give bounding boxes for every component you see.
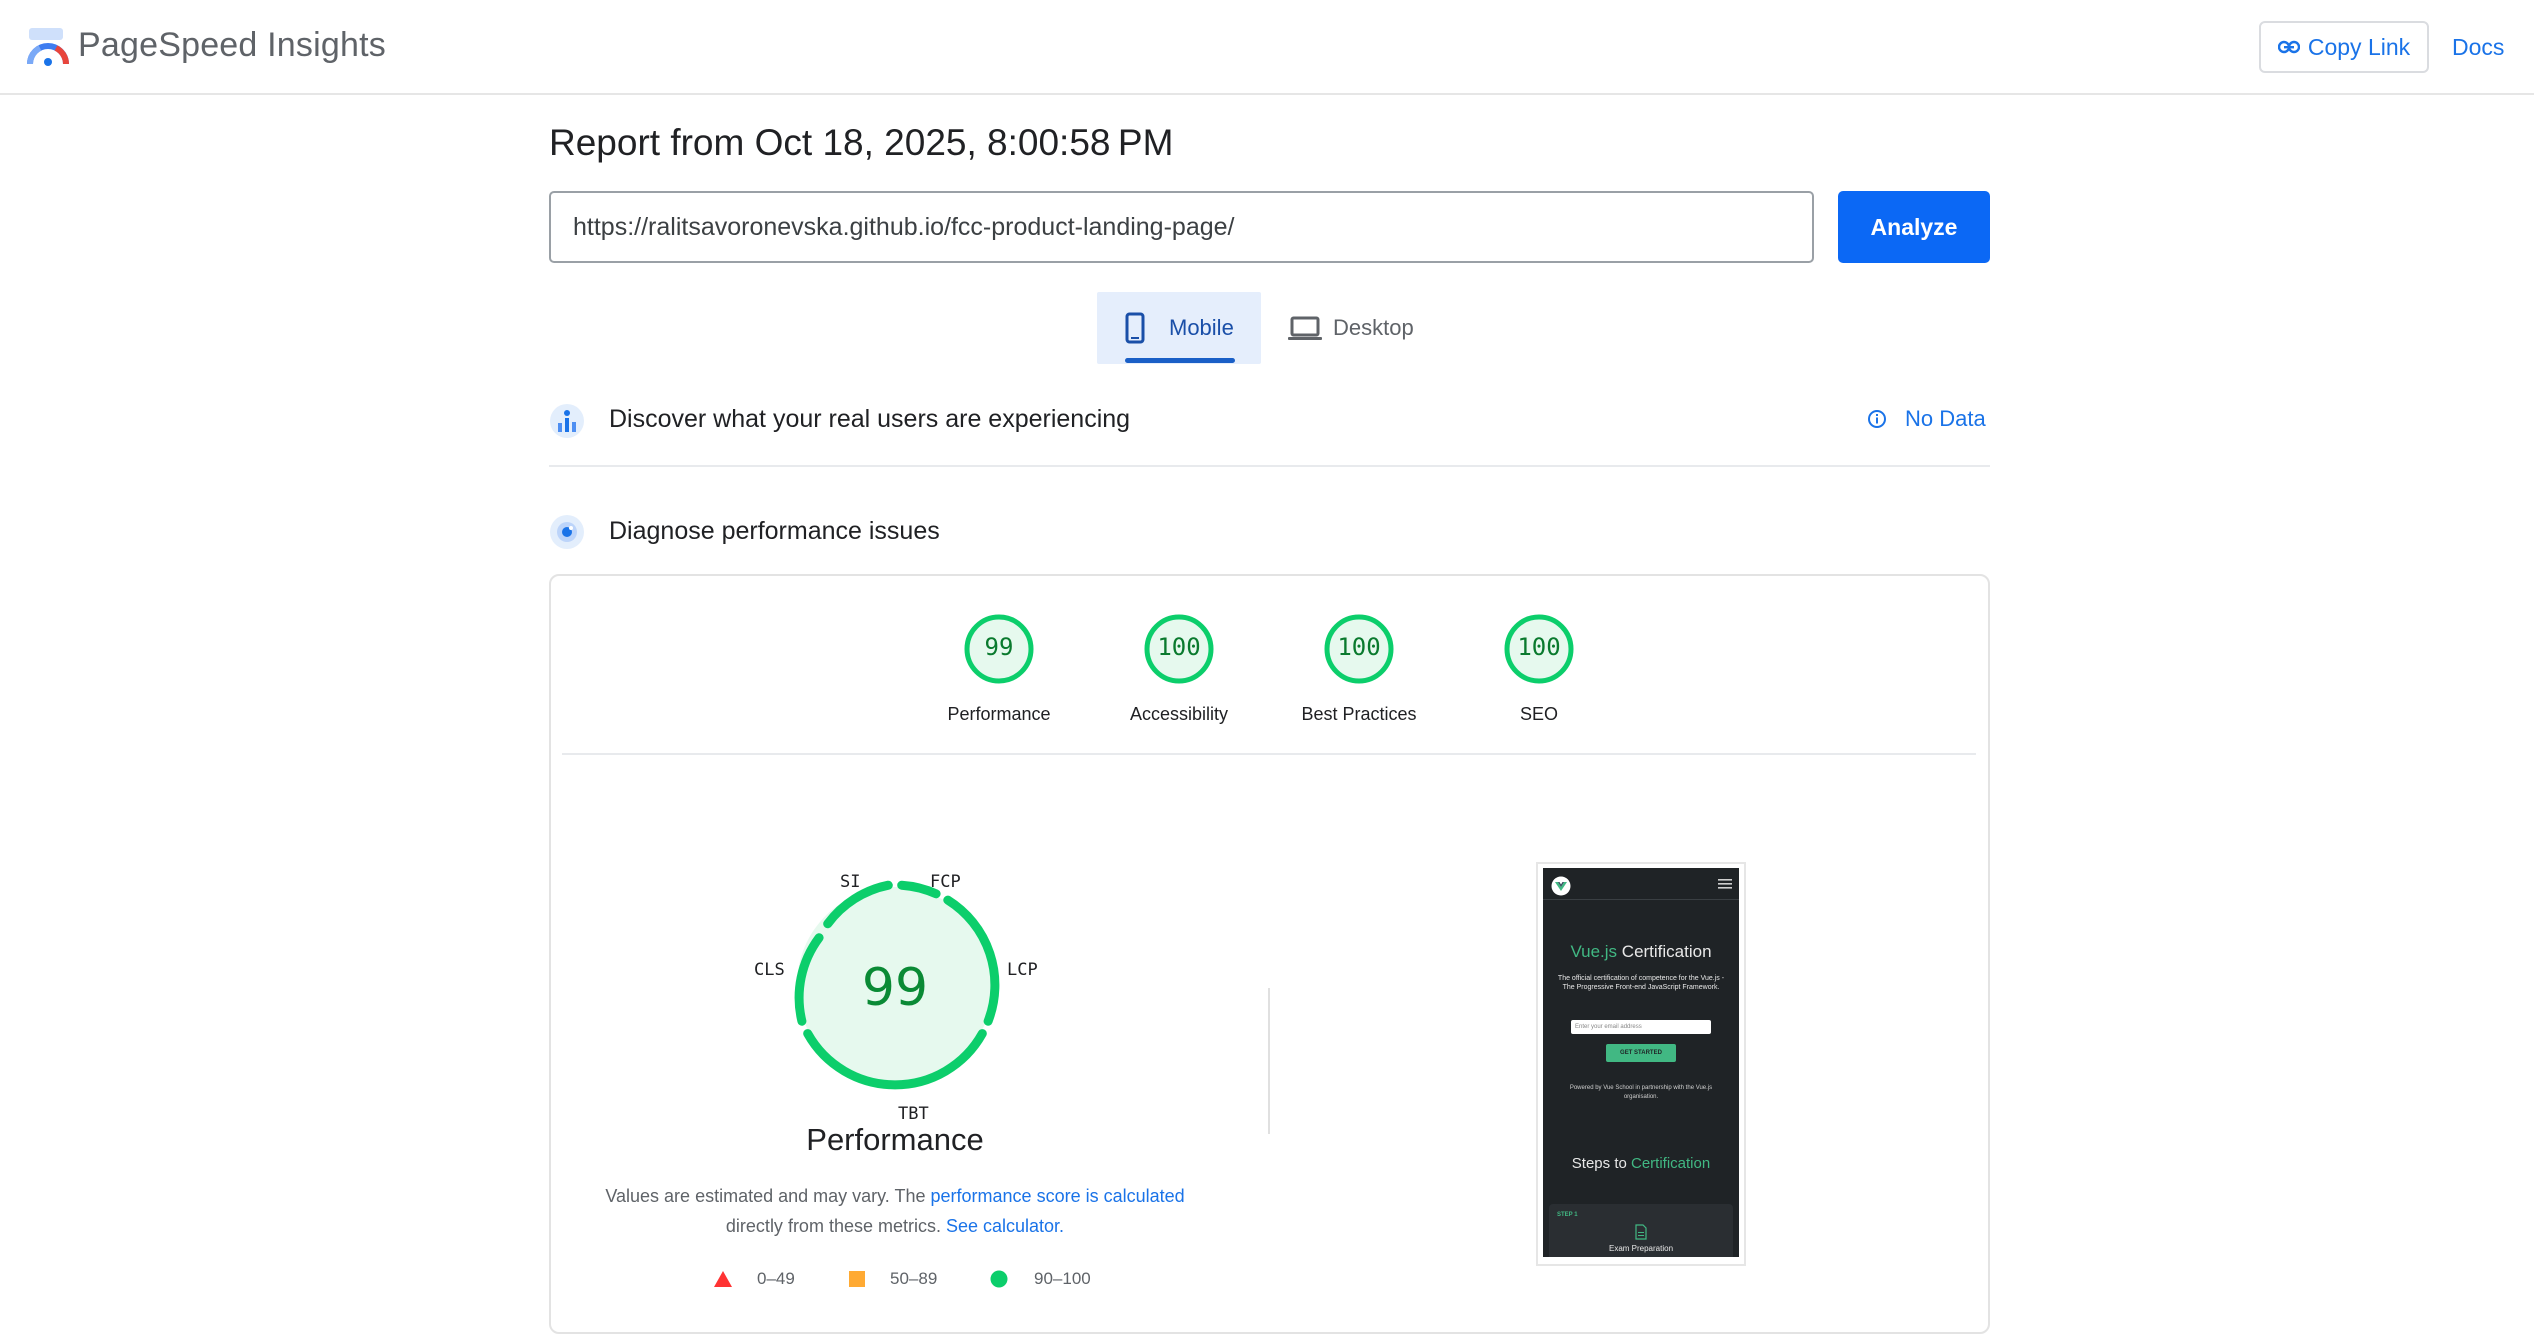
thumb-step-title: Exam Preparation [1608,1244,1674,1253]
score-label: Best Practices [1301,704,1417,724]
panel-divider [562,753,1976,755]
note-text-2: directly from these metrics. [725,1216,946,1236]
score-label: SEO [1519,704,1558,724]
score-label: Performance [947,704,1051,724]
diagnose-title: Diagnose performance issues [609,517,940,545]
thumb-powered: Powered by Vue School in partnership wit… [1569,1085,1713,1100]
legend-fail: 0–49 [713,1269,795,1289]
copy-link-button[interactable]: Copy Link [2259,21,2429,73]
thumb-email-input: Enter your email address [1571,1020,1711,1034]
info-icon [1868,410,1886,428]
see-calculator-link[interactable]: See calculator. [946,1216,1064,1236]
url-input-value: https://ralitsavoronevska.github.io/fcc-… [573,212,1235,241]
diagnose-icon [550,515,584,549]
thumb-steps-accent: Certification [1631,1155,1711,1172]
vue-logo-icon [1551,876,1571,896]
legend-label: 0–49 [757,1269,795,1288]
thumb-steps-heading: Steps to Certification [1543,1155,1739,1172]
thumb-steps-prefix: Steps to [1571,1155,1631,1172]
triangle-icon [714,1271,732,1287]
top-bar: PageSpeed Insights Copy Link Docs [0,0,2534,95]
legend-label: 50–89 [890,1269,938,1288]
page-screenshot[interactable]: Vue.js Certification The official certif… [1543,868,1739,1257]
tab-desktop-label: Desktop [1333,315,1414,340]
score-value: 100 [1157,633,1201,661]
vertical-divider [1268,988,1270,1134]
legend-pass: 90–100 [990,1269,1091,1289]
no-data-label: No Data [1905,406,1986,431]
no-data-link[interactable]: No Data [1867,406,1986,432]
section-divider [549,465,1990,467]
real-users-title: Discover what your real users are experi… [609,405,1131,433]
pagespeed-logo-icon[interactable] [26,26,70,68]
score-value: 100 [1517,633,1561,661]
copy-link-label: Copy Link [2307,33,2411,60]
note-text: Values are estimated and may vary. The [605,1186,931,1206]
link-icon [2277,40,2300,54]
thumb-heading: Vue.js Certification [1543,942,1739,962]
users-chart-icon [550,404,584,438]
performance-score: 99 [861,958,929,1018]
docs-link[interactable]: Docs [2452,34,2504,61]
tab-mobile-label: Mobile [1169,315,1234,340]
legend-average: 50–89 [848,1269,937,1289]
document-icon [1635,1224,1647,1240]
tab-selected-indicator [1125,358,1235,363]
thumb-get-started-button: GET STARTED [1606,1044,1676,1062]
square-icon [849,1271,865,1287]
tab-desktop[interactable]: Desktop [1283,292,1443,364]
phone-icon [1125,312,1145,344]
thumb-step-card: STEP 1 Exam Preparation [1549,1204,1733,1257]
analyze-button[interactable]: Analyze [1838,191,1990,263]
thumb-heading-accent: Vue.js [1570,942,1618,961]
laptop-icon [1288,316,1322,340]
thumb-subtitle: The official certification of competence… [1557,975,1725,991]
url-input[interactable]: https://ralitsavoronevska.github.io/fcc-… [549,191,1814,263]
report-title: Report from Oct 18, 2025, 8:00:58 PM [549,122,1174,163]
thumb-step-label: STEP 1 [1557,1212,1578,1218]
score-value: 99 [984,633,1014,661]
performance-note: Values are estimated and may vary. The p… [580,1181,1210,1241]
tab-mobile[interactable]: Mobile [1097,292,1261,364]
metric-label-tbt: TBT [898,1104,929,1124]
score-label: Accessibility [1129,704,1229,724]
score-calculated-link[interactable]: performance score is calculated [931,1186,1185,1206]
app-title: PageSpeed Insights [78,26,386,64]
legend-label: 90–100 [1034,1269,1091,1288]
performance-title: Performance [806,1122,984,1157]
metric-label-lcp: LCP [1007,960,1038,980]
circle-icon [990,1270,1008,1288]
thumb-heading-rest: Certification [1617,942,1712,961]
score-value: 100 [1337,633,1381,661]
metric-label-si: SI [840,872,861,892]
metric-label-fcp: FCP [930,872,961,892]
hamburger-icon [1718,879,1732,889]
metric-label-cls: CLS [754,960,785,980]
